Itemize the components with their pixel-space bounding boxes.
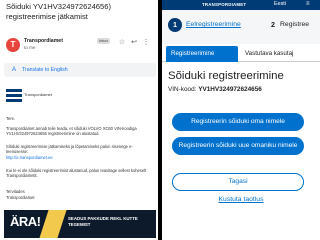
page-title: Sõiduki registreerimine — [168, 70, 284, 82]
email-link[interactable]: http://e.transpordiamet.ee — [6, 155, 154, 160]
tab-bar: Registreerimine Vastutava kasutaj — [162, 44, 320, 62]
site-logo[interactable]: TRANSPORDIAMET — [202, 2, 246, 7]
web-panel: TRANSPORDIAMET Eesti ≡ 1 Eelregistreerim… — [162, 0, 320, 240]
banner-headline: ÄRA! — [10, 214, 41, 229]
reply-icon[interactable]: ↩ — [130, 39, 138, 47]
vin-value: YV1HV324972624656 — [198, 86, 262, 93]
tab-vastutava-kasutaja[interactable]: Vastutava kasutaj — [240, 46, 298, 62]
email-greeting: Tere. — [6, 116, 16, 121]
sender-name[interactable]: Transpordiamet — [24, 38, 63, 44]
translate-icon: A — [11, 67, 16, 73]
email-banner-image[interactable]: ÄRA! SEADUS PAKKUDE REKL KUTTE TEGEMIST — [4, 210, 156, 238]
step-2-number: 2 — [271, 20, 275, 29]
more-options-icon[interactable]: ⋮ — [142, 39, 150, 47]
transpordiamet-logo — [6, 89, 22, 103]
back-button[interactable]: Tagasi — [172, 173, 304, 191]
vin-row: VIN-kood: YV1HV324972624656 — [168, 86, 262, 93]
sender-row: T Transpordiamet to me Inbox ☆ ↩ ⋮ — [6, 38, 156, 56]
cancel-application-link[interactable]: Kustuta taotlus — [162, 196, 320, 203]
register-new-owner-button[interactable]: Registreerin sõiduki uue omaniku nimele — [172, 137, 304, 155]
site-header: TRANSPORDIAMET Eesti ≡ — [162, 0, 320, 10]
step-1-number: 1 — [168, 18, 182, 32]
email-closing: Tervitades — [6, 189, 25, 194]
email-signature: Transpordiamet — [6, 195, 35, 200]
email-panel: Sõiduki YV1HV324972624656) registreerimi… — [0, 0, 158, 240]
banner-text: SEADUS PAKKUDE REKL KUTTE TEGEMIST — [68, 216, 138, 227]
step-2-label: Registree — [280, 21, 310, 28]
translate-link[interactable]: Translate to English — [22, 67, 68, 73]
recipient-label[interactable]: to me — [24, 45, 36, 50]
email-subject: Sõiduki YV1HV324972624656) registreerimi… — [6, 2, 111, 21]
tab-registreerimine[interactable]: Registreerimine — [166, 46, 238, 62]
translate-bar[interactable]: A Translate to English — [4, 63, 156, 77]
progress-steps: 1 Eelregistreerimine 2 Registree — [162, 10, 320, 44]
hamburger-icon[interactable]: ≡ — [306, 1, 310, 7]
email-paragraph: Sõiduki registreerimise jätkamiseks ja l… — [6, 144, 133, 155]
inbox-label-chip[interactable]: Inbox — [97, 38, 111, 44]
email-paragraph: Transpordiamet annab teile teada, et sõi… — [6, 126, 137, 137]
logo-name: Transpordiamet — [24, 92, 52, 97]
vin-label: VIN-kood: — [168, 86, 197, 93]
email-paragraph: Kui te ei ole sõiduki registreerimist al… — [6, 168, 147, 179]
language-selector[interactable]: Eesti — [274, 1, 286, 7]
star-icon[interactable]: ☆ — [118, 39, 126, 47]
step-1-link[interactable]: Eelregistreerimine — [186, 21, 241, 28]
avatar[interactable]: T — [6, 38, 20, 52]
register-own-name-button[interactable]: Registreerin sõiduki oma nimele — [172, 113, 304, 131]
